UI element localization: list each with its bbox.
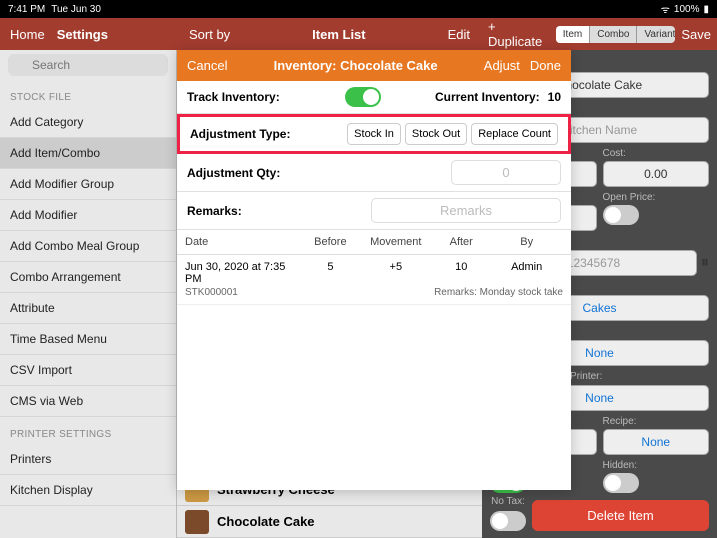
col-movement: Movement	[359, 236, 432, 248]
modal-cancel-button[interactable]: Cancel	[187, 58, 227, 73]
type-segment[interactable]: Item Combo Variant	[556, 26, 676, 43]
stock-out-button[interactable]: Stock Out	[405, 123, 467, 145]
history-row: Jun 30, 2020 at 7:35 PM 5 +5 10 Admin ST…	[177, 255, 571, 305]
recipe-select[interactable]: None	[603, 429, 710, 455]
item-name: Chocolate Cake	[217, 514, 315, 529]
nav-item-list: Item List	[312, 27, 365, 42]
top-nav: Home Settings Sort by Item List Edit + D…	[0, 18, 717, 50]
no-tax-label: No Tax:	[491, 496, 525, 507]
col-after: After	[432, 236, 490, 248]
track-inventory-label: Track Inventory:	[187, 90, 345, 104]
sidebar-item-add-modifier[interactable]: Add Modifier	[0, 200, 176, 231]
wifi-icon: ᯤ	[661, 2, 670, 16]
modal-done-button[interactable]: Done	[530, 58, 561, 73]
seg-item[interactable]: Item	[556, 26, 589, 43]
status-time: 7:41 PM	[8, 4, 45, 15]
nav-duplicate[interactable]: + Duplicate	[488, 19, 550, 49]
seg-combo[interactable]: Combo	[589, 26, 636, 43]
sidebar-item-printers[interactable]: Printers	[0, 444, 176, 475]
battery-icon: ▮	[703, 4, 709, 15]
history-header: Date Before Movement After By	[177, 230, 571, 255]
remarks-label: Remarks:	[187, 204, 242, 218]
current-inventory-label: Current Inventory:	[381, 90, 547, 104]
col-before: Before	[301, 236, 359, 248]
row-movement: +5	[359, 261, 432, 285]
row-date: Jun 30, 2020 at 7:35 PM	[185, 261, 301, 285]
sidebar: STOCK FILE Add Category Add Item/Combo A…	[0, 50, 177, 538]
status-date: Tue Jun 30	[51, 4, 101, 15]
nav-edit[interactable]: Edit	[448, 27, 470, 42]
row-stk: STK000001	[185, 287, 238, 298]
modal-adjust-button[interactable]: Adjust	[484, 58, 520, 73]
row-after: 10	[432, 261, 490, 285]
status-bar: 7:41 PM Tue Jun 30 ᯤ 100% ▮	[0, 0, 717, 18]
nav-home[interactable]: Home	[10, 27, 45, 42]
sidebar-item-combo-arrangement[interactable]: Combo Arrangement	[0, 262, 176, 293]
delete-item-button[interactable]: Delete Item	[532, 500, 709, 531]
no-tax-toggle[interactable]	[490, 511, 526, 531]
row-by: Admin	[490, 261, 563, 285]
inventory-modal: Cancel Inventory: Chocolate Cake Adjust D…	[177, 50, 571, 490]
sidebar-item-csv-import[interactable]: CSV Import	[0, 355, 176, 386]
nav-settings[interactable]: Settings	[57, 27, 108, 42]
sidebar-item-add-modifier-group[interactable]: Add Modifier Group	[0, 169, 176, 200]
current-inventory-value: 10	[548, 90, 561, 104]
battery-pct: 100%	[674, 4, 700, 15]
sidebar-item-time-based-menu[interactable]: Time Based Menu	[0, 324, 176, 355]
track-inventory-toggle[interactable]	[345, 87, 381, 107]
search-input[interactable]	[8, 54, 168, 76]
nav-sort[interactable]: Sort by	[189, 27, 230, 42]
col-by: By	[490, 236, 563, 248]
row-remark: Remarks: Monday stock take	[434, 287, 563, 298]
adjustment-type-label: Adjustment Type:	[190, 127, 347, 141]
hidden-toggle[interactable]	[603, 473, 639, 493]
col-date: Date	[185, 236, 301, 248]
modal-title: Inventory: Chocolate Cake	[274, 58, 438, 73]
cost-field[interactable]: 0.00	[603, 161, 710, 187]
recipe-label: Recipe:	[603, 416, 710, 427]
sidebar-item-cms-web[interactable]: CMS via Web	[0, 386, 176, 417]
adjustment-type-segment[interactable]: Stock In Stock Out Replace Count	[347, 123, 558, 145]
seg-variant[interactable]: Variant	[636, 26, 675, 43]
remarks-input[interactable]: Remarks	[371, 198, 561, 223]
sidebar-item-add-combo-meal[interactable]: Add Combo Meal Group	[0, 231, 176, 262]
adjustment-qty-input[interactable]: 0	[451, 160, 561, 185]
open-price-toggle[interactable]	[603, 205, 639, 225]
cost-label: Cost:	[603, 148, 710, 159]
item-thumb	[185, 510, 209, 534]
replace-count-button[interactable]: Replace Count	[471, 123, 558, 145]
section-printer-settings: PRINTER SETTINGS	[0, 417, 176, 444]
sidebar-item-attribute[interactable]: Attribute	[0, 293, 176, 324]
adjustment-qty-label: Adjustment Qty:	[187, 166, 451, 180]
section-stock-file: STOCK FILE	[0, 80, 176, 107]
nav-save[interactable]: Save	[681, 27, 711, 42]
sidebar-item-kitchen-display[interactable]: Kitchen Display	[0, 475, 176, 506]
list-item[interactable]: Chocolate Cake	[177, 506, 482, 538]
sidebar-item-add-item[interactable]: Add Item/Combo	[0, 138, 176, 169]
row-before: 5	[301, 261, 359, 285]
stock-in-button[interactable]: Stock In	[347, 123, 401, 145]
hidden-label: Hidden:	[603, 460, 710, 471]
sidebar-item-add-category[interactable]: Add Category	[0, 107, 176, 138]
barcode-scan-icon[interactable]: ⏸	[701, 254, 709, 272]
open-price-label: Open Price:	[603, 192, 710, 203]
